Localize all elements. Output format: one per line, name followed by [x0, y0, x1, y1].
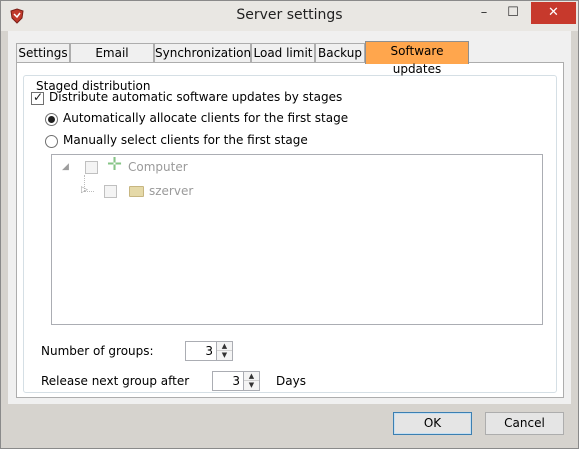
computer-checkbox[interactable]: [85, 161, 98, 174]
manual-select-radio[interactable]: [45, 135, 58, 148]
close-button[interactable]: ✕: [531, 2, 576, 24]
tab-load-limit[interactable]: Load limit: [251, 43, 315, 63]
release-label: Release next group after: [41, 374, 190, 388]
collapse-arrow-icon: ◢: [62, 162, 69, 172]
tree-root-label[interactable]: Computer: [128, 160, 188, 174]
cancel-button[interactable]: Cancel: [485, 412, 564, 435]
groups-input[interactable]: 3: [185, 341, 217, 361]
software-updates-panel: Staged distribution Distribute automatic…: [16, 62, 564, 398]
release-input[interactable]: 3: [212, 371, 244, 391]
groups-label: Number of groups:: [41, 344, 154, 358]
manual-select-label[interactable]: Manually select clients for the first st…: [63, 133, 308, 147]
tab-software-updates[interactable]: Software updates: [365, 41, 469, 76]
maximize-button[interactable]: ☐: [500, 2, 526, 24]
tab-synchronization[interactable]: Synchronization: [154, 43, 251, 63]
groups-stepper[interactable]: ▲ ▼: [217, 341, 233, 361]
tab-backup[interactable]: Backup: [315, 43, 365, 63]
increment-icon[interactable]: ▲: [217, 342, 232, 351]
tab-email-settings[interactable]: Email settings: [70, 43, 154, 78]
distribute-checkbox[interactable]: [31, 90, 44, 105]
release-unit-label: Days: [276, 374, 306, 388]
release-stepper[interactable]: ▲ ▼: [244, 371, 260, 391]
distribute-label[interactable]: Distribute automatic software updates by…: [49, 90, 342, 104]
server-settings-window: Server settings – ☐ ✕ Settings Email set…: [0, 0, 579, 449]
title-bar[interactable]: Server settings – ☐ ✕: [1, 1, 578, 31]
szerver-checkbox[interactable]: [104, 185, 117, 198]
dialog-body: Settings Email settings Synchronization …: [8, 31, 571, 404]
staged-distribution-group: Staged distribution Distribute automatic…: [23, 75, 557, 393]
decrement-icon[interactable]: ▼: [244, 381, 259, 390]
ok-button[interactable]: OK: [393, 412, 472, 435]
computer-icon: ✛: [107, 154, 123, 175]
decrement-icon[interactable]: ▼: [217, 351, 232, 360]
folder-icon: [129, 186, 144, 197]
expand-arrow-icon: ▷: [81, 185, 88, 195]
tab-settings[interactable]: Settings: [16, 43, 70, 63]
tree-child-label[interactable]: szerver: [149, 184, 193, 198]
increment-icon[interactable]: ▲: [244, 372, 259, 381]
auto-allocate-radio[interactable]: [45, 113, 58, 126]
auto-allocate-label[interactable]: Automatically allocate clients for the f…: [63, 111, 348, 125]
minimize-button[interactable]: –: [471, 2, 497, 24]
client-tree[interactable]: ◢ ✛ Computer ▷ szerver: [51, 154, 543, 325]
